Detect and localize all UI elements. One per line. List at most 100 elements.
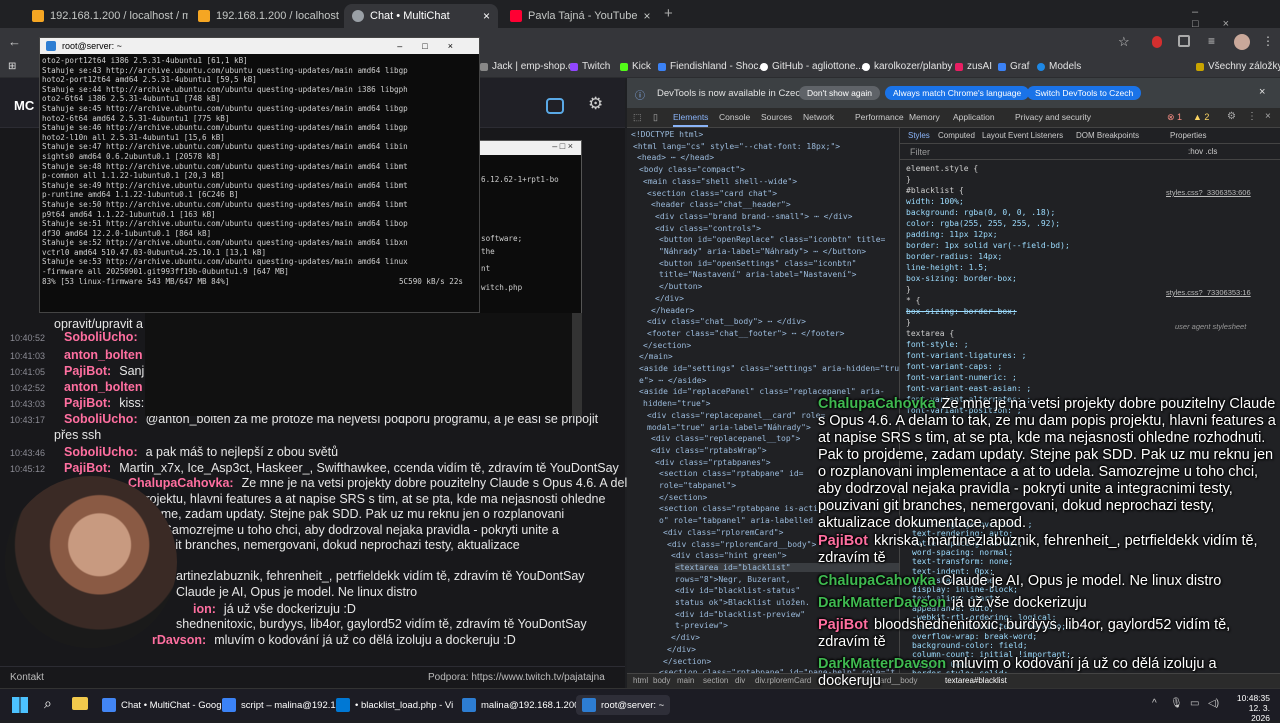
devtools-tab[interactable]: Performance	[855, 112, 904, 122]
dom-node[interactable]: <aside id="settings" class="settings" ar…	[639, 364, 899, 373]
css-rule-line[interactable]: font-variant-caps: ;	[906, 362, 1002, 371]
bookmark-item[interactable]: GitHub - agliottone...	[760, 61, 864, 72]
close-icon[interactable]: ×	[643, 9, 650, 23]
dom-node[interactable]: </section>	[643, 341, 691, 350]
dom-node[interactable]: <section class="card chat">	[647, 189, 777, 198]
dom-node[interactable]: </div>	[671, 633, 700, 642]
message-nick[interactable]: PajiBot:	[64, 364, 111, 378]
filter-input[interactable]: Filter	[910, 147, 930, 157]
dom-node[interactable]: t-preview">	[675, 621, 728, 630]
dom-node[interactable]: <div id="blacklist-status"	[675, 586, 800, 595]
browser-tab[interactable]: 192.168.1.200 / localhost / mlu ×	[190, 4, 342, 28]
taskbar-app[interactable]: malina@192.168.1.200	[462, 695, 579, 715]
dom-node[interactable]: </main>	[639, 352, 673, 361]
star-icon[interactable]: ☆	[1118, 34, 1130, 50]
css-rule-line[interactable]: font-style: ;	[906, 340, 969, 349]
message-nick[interactable]: SoboliUcho:	[64, 330, 138, 344]
dom-node[interactable]: </section>	[659, 493, 707, 502]
dom-node[interactable]: <div class="controls">	[655, 224, 761, 233]
dom-node[interactable]: <div class="rptabpanes">	[655, 458, 771, 467]
terminal-window-background[interactable]: – □ × 6.12.62-1+rpt1-bo software; the nt wit…	[478, 140, 582, 316]
breadcrumb-item[interactable]: section	[703, 676, 728, 685]
devtools-tab[interactable]: Application	[953, 112, 995, 122]
dom-node[interactable]: <div class="brand brand--small"> ⋯ </div…	[655, 212, 852, 221]
extensions-icon[interactable]	[1178, 35, 1190, 47]
devtools-tab[interactable]: Privacy and security	[1015, 112, 1091, 122]
bookmark-item[interactable]: Kick	[620, 61, 651, 72]
dom-node[interactable]: </section>	[663, 657, 711, 666]
dom-node[interactable]: title="Nastavení" aria-label="Nastavení"…	[659, 270, 856, 279]
dom-node[interactable]: hidden="true">	[643, 399, 710, 408]
file-explorer-icon[interactable]	[72, 697, 88, 710]
dom-node[interactable]: <section class="rptabpane" id=	[659, 469, 804, 478]
message-nick[interactable]: ion:	[193, 602, 216, 616]
back-icon[interactable]: ←	[8, 34, 21, 49]
microphone-icon[interactable]: 🎙	[1170, 698, 1183, 709]
dom-node[interactable]: <main class="shell shell--wide">	[643, 177, 797, 186]
avatar[interactable]	[1234, 34, 1250, 50]
css-rule-line[interactable]: font-variant-numeric: ;	[906, 373, 1017, 382]
warning-badge[interactable]: ▲ 2	[1193, 112, 1209, 122]
dom-node[interactable]: rows="8">Negr, Buzerant,	[675, 575, 791, 584]
dom-node[interactable]: <div class="replacepanel__top">	[651, 434, 800, 443]
css-rule-line[interactable]: textarea {	[906, 329, 954, 338]
css-rule-line[interactable]: box-sizing: border-box;	[906, 307, 1017, 316]
windows-start-icon[interactable]	[12, 697, 28, 713]
message-nick[interactable]: anton_bolten	[64, 348, 142, 362]
kebab-menu-icon[interactable]: ⋮	[1262, 34, 1274, 48]
taskbar-app[interactable]: • blacklist_load.php - Vi	[336, 695, 453, 715]
css-rule-line[interactable]: border-radius: 14px;	[906, 252, 1002, 261]
hov-cls-toggle[interactable]: :hov .cls	[1188, 147, 1217, 156]
css-rule-line[interactable]: box-sizing: border-box;	[906, 274, 1017, 283]
search-icon[interactable]: ⌕	[44, 695, 52, 712]
switch-language-button[interactable]: Switch DevTools to Czech	[1027, 86, 1142, 100]
dom-node[interactable]: <button id="openReplace" class="iconbtn"…	[659, 235, 885, 244]
dom-node[interactable]: <div class="replacepanel__card" role=	[647, 411, 825, 420]
window-controls[interactable]: – □ ×	[479, 141, 581, 155]
devtools-tab[interactable]: Console	[719, 112, 750, 122]
match-language-button[interactable]: Always match Chrome's language	[885, 86, 1030, 100]
terminal-window[interactable]: root@server: ~ –□× oto2-port12t64 i386 2…	[39, 37, 480, 313]
menu-lines-icon[interactable]: ≡	[1208, 34, 1215, 48]
dom-node[interactable]: <html lang="cs" style="--chat-font: 18px…	[633, 142, 840, 151]
taskbar-app[interactable]: Chat • MultiChat - Goog	[102, 695, 221, 715]
browser-tab[interactable]: 192.168.1.200 / localhost / mlu ×	[24, 4, 188, 28]
clock[interactable]: 10:48:35 12. 3. 2026	[1236, 693, 1270, 723]
scrollbar[interactable]	[572, 313, 582, 416]
css-rule-line[interactable]: width: 100%;	[906, 197, 964, 206]
system-tray-chevron-icon[interactable]: ^	[1152, 698, 1157, 709]
dom-node[interactable]: role="tabpanel">	[659, 481, 736, 490]
bookmark-item[interactable]: karolkozer/planby	[862, 61, 952, 72]
settings-gear-icon[interactable]: ⚙	[1227, 111, 1236, 122]
message-nick[interactable]: PajiBot:	[64, 461, 111, 475]
dom-node[interactable]: </div>	[655, 294, 684, 303]
dom-node[interactable]: <div class="chat__body"> ⋯ </div>	[647, 317, 806, 326]
css-rule-line[interactable]: * {	[906, 296, 920, 305]
window-controls[interactable]: –□×	[397, 41, 473, 51]
settings-gear-icon[interactable]: ⚙	[588, 94, 603, 114]
dom-node[interactable]: "Náhrady" aria-label="Náhrady"> ⋯ </butt…	[659, 247, 866, 256]
dom-node[interactable]: o" role="tabpanel" aria-labelled	[659, 516, 813, 525]
dom-node[interactable]: <div class="rptabsWrap">	[651, 446, 767, 455]
breadcrumb-item[interactable]: div.rploremCard	[755, 676, 811, 685]
css-rule-line[interactable]: background: rgba(0, 0, 0, .18);	[906, 208, 1055, 217]
devtools-tab[interactable]: Sources	[761, 112, 792, 122]
message-nick[interactable]: rDavson:	[152, 633, 206, 647]
bookmark-item[interactable]: Twitch	[570, 61, 610, 72]
dom-node[interactable]: </button>	[659, 282, 702, 291]
dom-node[interactable]: <div id="blacklist-preview"	[675, 610, 805, 619]
volume-icon[interactable]: ◁)	[1208, 698, 1219, 709]
taskbar-app[interactable]: script – malina@192.168	[222, 695, 346, 715]
dom-node[interactable]: <button id="openSettings" class="iconbtn…	[659, 259, 856, 268]
close-icon[interactable]: ×	[1259, 86, 1265, 98]
dom-node[interactable]: <!DOCTYPE html>	[631, 130, 703, 139]
css-rule-line[interactable]: font-variant-east-asian: ;	[906, 384, 1031, 393]
devtools-tab[interactable]: Network	[803, 112, 834, 122]
message-nick[interactable]: anton_bolten	[64, 380, 142, 394]
all-bookmarks[interactable]: Všechny záložky	[1196, 61, 1280, 72]
new-tab-icon[interactable]: +	[664, 5, 673, 22]
close-icon[interactable]: ×	[483, 9, 490, 23]
dom-node[interactable]: <header class="chat__header">	[651, 200, 791, 209]
css-rule-line[interactable]: border: 1px solid var(--field-bd);	[906, 241, 1070, 250]
browser-tab[interactable]: Pavla Tajná - YouTube ×	[502, 4, 656, 28]
